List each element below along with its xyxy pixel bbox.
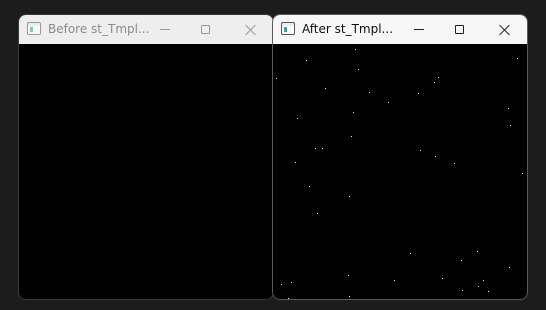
star-dot xyxy=(517,58,518,59)
star-dot xyxy=(420,150,421,151)
star-dot xyxy=(297,118,298,119)
star-dot xyxy=(295,162,296,163)
app-icon xyxy=(27,22,41,35)
star-dot xyxy=(355,49,356,50)
star-dot xyxy=(315,148,316,149)
star-dot xyxy=(438,77,439,78)
star-dot xyxy=(418,93,419,94)
minimize-button[interactable] xyxy=(145,15,185,44)
star-dot xyxy=(488,291,489,292)
render-canvas xyxy=(19,44,273,299)
minimize-icon xyxy=(160,29,170,30)
star-dot xyxy=(306,60,307,61)
star-dot xyxy=(522,173,523,174)
close-button[interactable] xyxy=(485,15,525,44)
maximize-icon xyxy=(200,25,210,34)
minimize-icon xyxy=(414,29,424,30)
minimize-button[interactable] xyxy=(399,15,439,44)
star-dot xyxy=(322,148,323,149)
close-icon xyxy=(499,24,511,36)
star-dot xyxy=(477,251,478,252)
title-bar[interactable]: After st_Tmpl... xyxy=(273,15,527,44)
maximize-button[interactable] xyxy=(439,15,479,44)
star-dot xyxy=(454,163,455,164)
star-dot xyxy=(483,280,484,281)
star-dot xyxy=(288,298,289,299)
star-dot xyxy=(435,156,436,157)
star-dot xyxy=(461,260,462,261)
star-dot xyxy=(317,213,318,214)
star-dot xyxy=(434,82,435,83)
window-title: After st_Tmpl... xyxy=(302,22,394,36)
star-dot xyxy=(276,78,277,79)
star-dot xyxy=(394,280,395,281)
app-icon xyxy=(281,22,295,35)
star-dot xyxy=(478,286,479,287)
star-dot xyxy=(349,196,350,197)
window-before[interactable]: Before st_Tmpl... xyxy=(18,14,274,300)
star-dot xyxy=(353,112,354,113)
star-dot xyxy=(291,282,292,283)
title-bar[interactable]: Before st_Tmpl... xyxy=(19,15,273,44)
close-icon xyxy=(245,24,257,36)
star-dot xyxy=(388,102,389,103)
star-dot xyxy=(510,125,511,126)
star-dot xyxy=(508,108,509,109)
star-dot xyxy=(309,186,310,187)
star-dot xyxy=(348,275,349,276)
star-dot xyxy=(509,267,510,268)
star-dot xyxy=(358,69,359,70)
star-dot xyxy=(369,92,370,93)
window-after[interactable]: After st_Tmpl... xyxy=(272,14,528,300)
star-dot xyxy=(351,136,352,137)
star-dot xyxy=(349,296,350,297)
close-button[interactable] xyxy=(231,15,271,44)
star-dot xyxy=(462,290,463,291)
maximize-icon xyxy=(454,25,464,34)
star-dot xyxy=(281,284,282,285)
star-dot xyxy=(410,253,411,254)
maximize-button[interactable] xyxy=(185,15,225,44)
render-canvas xyxy=(273,44,527,299)
window-title: Before st_Tmpl... xyxy=(48,22,150,36)
star-dot xyxy=(442,278,443,279)
star-dot xyxy=(325,88,326,89)
